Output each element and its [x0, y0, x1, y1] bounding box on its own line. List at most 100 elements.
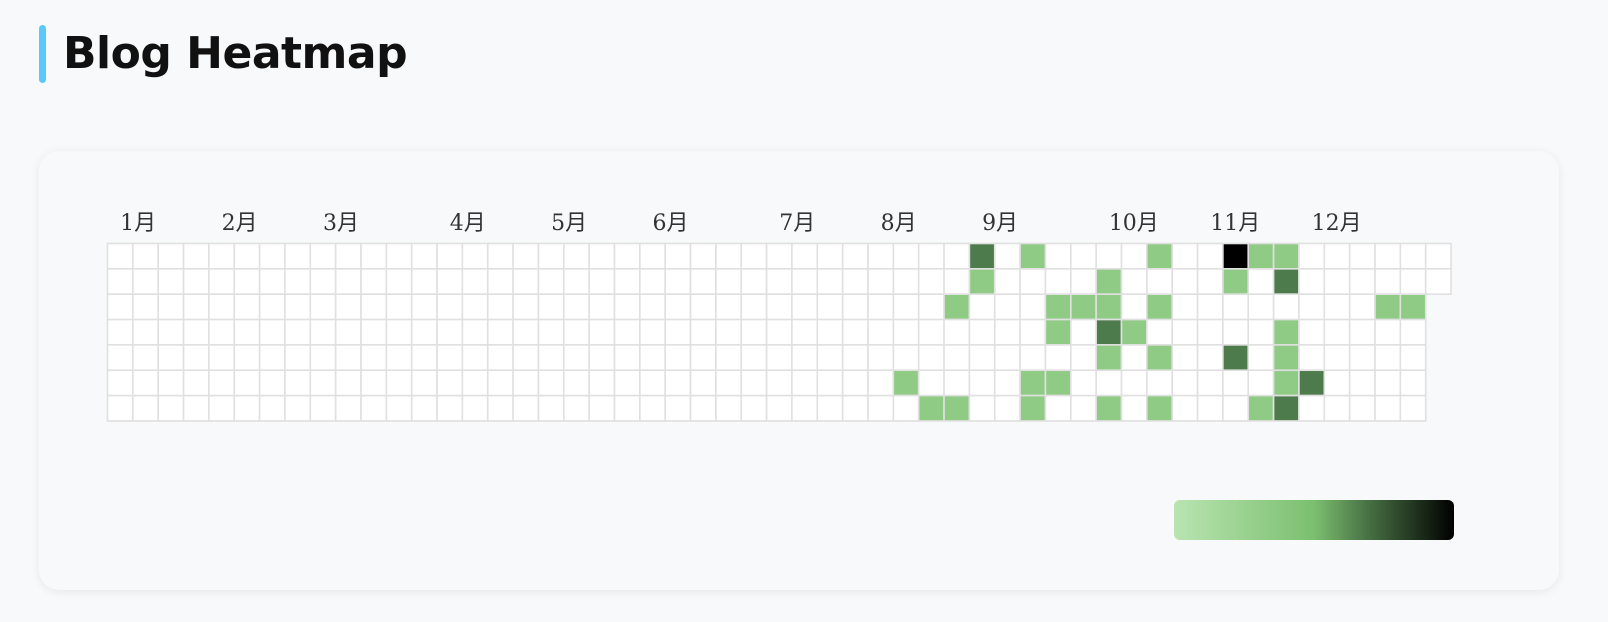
heatmap-cell-2024-10-24[interactable]: [1171, 318, 1199, 346]
heatmap-cell-2024-07-29[interactable]: [867, 242, 895, 270]
heatmap-cell-2024-02-03[interactable]: [208, 369, 236, 397]
heatmap-cell-2024-09-24[interactable]: [1070, 268, 1097, 295]
heatmap-cell-2024-04-18[interactable]: [486, 318, 514, 346]
heatmap-cell-2024-10-18[interactable]: [1146, 344, 1173, 372]
heatmap-cell-2024-03-29[interactable]: [410, 344, 438, 372]
heatmap-cell-2024-01-16[interactable]: [157, 268, 185, 295]
heatmap-cell-2024-09-01[interactable]: [968, 394, 996, 422]
heatmap-cell-2024-01-20[interactable]: [157, 369, 185, 397]
heatmap-cell-2024-04-10[interactable]: [461, 293, 489, 321]
heatmap-cell-2024-11-03[interactable]: [1196, 394, 1224, 422]
heatmap-cell-2024-11-22[interactable]: [1272, 344, 1300, 372]
heatmap-cell-2024-06-20[interactable]: [715, 318, 743, 346]
heatmap-cell-2024-01-27[interactable]: [182, 369, 210, 397]
heatmap-cell-2024-01-31[interactable]: [208, 293, 236, 321]
heatmap-cell-2024-08-02[interactable]: [867, 344, 895, 372]
heatmap-cell-2024-01-09[interactable]: [132, 268, 159, 295]
heatmap-cell-2024-02-13[interactable]: [258, 268, 286, 295]
heatmap-cell-2024-05-02[interactable]: [537, 318, 565, 346]
heatmap-cell-2024-06-16[interactable]: [689, 394, 717, 422]
heatmap-cell-2024-12-23[interactable]: [1399, 242, 1427, 270]
heatmap-cell-2024-08-19[interactable]: [943, 242, 971, 270]
heatmap-cell-2024-07-21[interactable]: [816, 394, 844, 422]
heatmap-cell-2024-03-06[interactable]: [334, 293, 362, 321]
heatmap-cell-2024-01-19[interactable]: [157, 344, 185, 372]
heatmap-cell-2024-05-20[interactable]: [613, 242, 641, 270]
heatmap-cell-2024-10-16[interactable]: [1146, 293, 1173, 321]
heatmap-cell-2024-08-26[interactable]: [968, 242, 996, 270]
heatmap-cell-2024-05-29[interactable]: [639, 293, 666, 321]
heatmap-cell-2024-08-06[interactable]: [892, 268, 920, 295]
heatmap-cell-2024-11-25[interactable]: [1298, 242, 1326, 270]
heatmap-cell-2024-04-04[interactable]: [436, 318, 464, 346]
heatmap-cell-2024-09-26[interactable]: [1070, 318, 1097, 346]
heatmap-cell-2024-01-22[interactable]: [182, 242, 210, 270]
heatmap-cell-2024-12-04[interactable]: [1323, 293, 1351, 321]
heatmap-cell-2024-06-19[interactable]: [715, 293, 743, 321]
heatmap-cell-2024-11-08[interactable]: [1222, 344, 1250, 372]
heatmap-cell-2024-07-08[interactable]: [791, 242, 819, 270]
heatmap-cell-2024-02-06[interactable]: [233, 268, 261, 295]
heatmap-cell-2024-09-21[interactable]: [1044, 369, 1072, 397]
heatmap-cell-2024-12-27[interactable]: [1399, 344, 1427, 372]
heatmap-cell-2024-12-22[interactable]: [1374, 394, 1402, 422]
heatmap-cell-2024-09-06[interactable]: [993, 344, 1021, 372]
heatmap-cell-2024-07-18[interactable]: [816, 318, 844, 346]
heatmap-cell-2024-12-03[interactable]: [1323, 268, 1351, 295]
heatmap-cell-2024-04-19[interactable]: [486, 344, 514, 372]
heatmap-cell-2024-04-05[interactable]: [436, 344, 464, 372]
heatmap-cell-2024-07-15[interactable]: [816, 242, 844, 270]
heatmap-cell-2024-02-22[interactable]: [284, 318, 312, 346]
heatmap-cell-2024-03-17[interactable]: [360, 394, 388, 422]
heatmap-cell-2024-06-08[interactable]: [664, 369, 692, 397]
heatmap-cell-2024-05-12[interactable]: [562, 394, 590, 422]
heatmap-cell-2024-02-10[interactable]: [233, 369, 261, 397]
heatmap-cell-2024-02-25[interactable]: [284, 394, 312, 422]
heatmap-cell-2024-04-26[interactable]: [512, 344, 540, 372]
heatmap-cell-2024-08-27[interactable]: [968, 268, 996, 295]
heatmap-cell-2024-04-21[interactable]: [486, 394, 514, 422]
heatmap-cell-2024-04-14[interactable]: [461, 394, 489, 422]
heatmap-cell-2024-04-20[interactable]: [486, 369, 514, 397]
heatmap-cell-2024-10-28[interactable]: [1196, 242, 1224, 270]
heatmap-cell-2024-06-12[interactable]: [689, 293, 717, 321]
heatmap-cell-2024-08-14[interactable]: [917, 293, 945, 321]
heatmap-cell-2024-05-07[interactable]: [562, 268, 590, 295]
heatmap-cell-2024-02-28[interactable]: [309, 293, 337, 321]
heatmap-cell-2024-12-21[interactable]: [1374, 369, 1402, 397]
heatmap-cell-2024-03-28[interactable]: [410, 318, 438, 346]
heatmap-cell-2024-12-16[interactable]: [1374, 242, 1402, 270]
heatmap-cell-2024-08-23[interactable]: [943, 344, 971, 372]
heatmap-cell-2024-02-17[interactable]: [258, 369, 286, 397]
heatmap-cell-2024-04-29[interactable]: [537, 242, 565, 270]
heatmap-cell-2024-04-27[interactable]: [512, 369, 540, 397]
heatmap-cell-2024-05-16[interactable]: [588, 318, 616, 346]
heatmap-cell-2024-01-23[interactable]: [182, 268, 210, 295]
heatmap-cell-2024-05-26[interactable]: [613, 394, 641, 422]
heatmap-cell-2024-05-17[interactable]: [588, 344, 616, 372]
heatmap-cell-2024-12-07[interactable]: [1323, 369, 1351, 397]
heatmap-cell-2024-03-01[interactable]: [309, 344, 337, 372]
heatmap-cell-2024-12-10[interactable]: [1348, 268, 1376, 295]
heatmap-cell-2024-12-18[interactable]: [1374, 293, 1402, 321]
heatmap-cell-2024-09-16[interactable]: [1044, 242, 1072, 270]
heatmap-cell-2024-08-18[interactable]: [917, 394, 945, 422]
heatmap-cell-2024-08-05[interactable]: [892, 242, 920, 270]
heatmap-cell-2024-02-21[interactable]: [284, 293, 312, 321]
heatmap-cell-2024-07-22[interactable]: [841, 242, 869, 270]
heatmap-cell-2024-11-07[interactable]: [1222, 318, 1250, 346]
heatmap-cell-2024-05-28[interactable]: [639, 268, 666, 295]
heatmap-cell-2024-03-04[interactable]: [334, 242, 362, 270]
heatmap-cell-2024-04-23[interactable]: [512, 268, 540, 295]
heatmap-cell-2024-07-13[interactable]: [791, 369, 819, 397]
heatmap-cell-2024-04-06[interactable]: [436, 369, 464, 397]
heatmap-cell-2024-11-14[interactable]: [1247, 318, 1275, 346]
heatmap-cell-2024-03-31[interactable]: [410, 394, 438, 422]
heatmap-cell-2024-09-03[interactable]: [993, 268, 1021, 295]
heatmap-cell-2024-06-29[interactable]: [740, 369, 768, 397]
heatmap-cell-2024-08-01[interactable]: [867, 318, 895, 346]
heatmap-cell-2024-04-24[interactable]: [512, 293, 540, 321]
heatmap-cell-2024-03-12[interactable]: [360, 268, 388, 295]
heatmap-cell-2024-07-28[interactable]: [841, 394, 869, 422]
heatmap-cell-2024-01-06[interactable]: [106, 369, 134, 397]
